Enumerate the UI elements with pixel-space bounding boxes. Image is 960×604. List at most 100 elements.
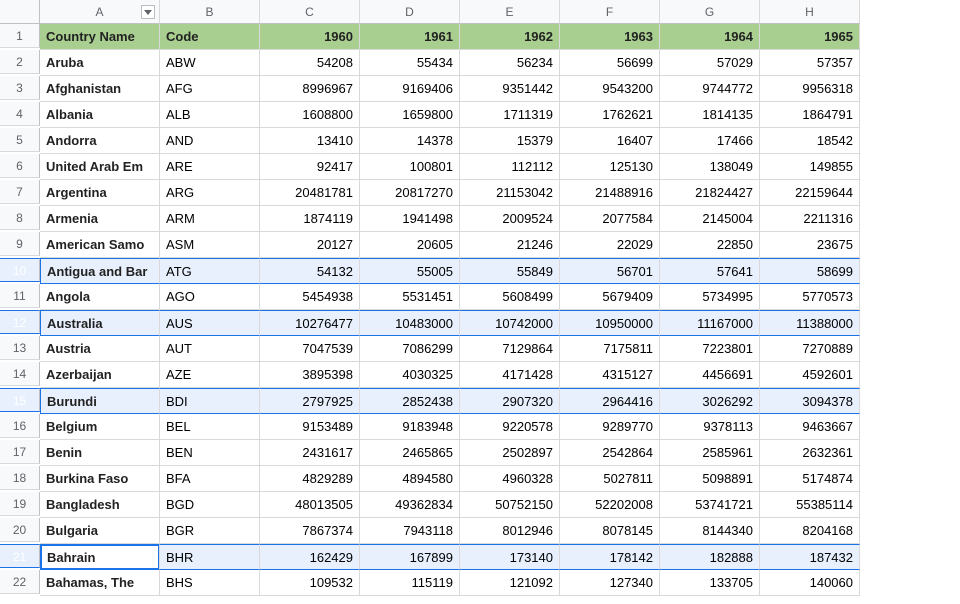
row-header-12[interactable]: 12 [0,310,40,334]
cell-value[interactable]: 56701 [560,258,660,284]
cell-value[interactable]: 9378113 [660,414,760,440]
cell-country-name[interactable]: Burkina Faso [40,466,160,492]
cell-value[interactable]: 4030325 [360,362,460,388]
cell-value[interactable]: 15379 [460,128,560,154]
row-header-9[interactable]: 9 [0,232,40,256]
row-header-21[interactable]: 21 [0,544,40,568]
cell-value[interactable]: 7086299 [360,336,460,362]
cell-value[interactable]: 57641 [660,258,760,284]
cell-value[interactable]: 9169406 [360,76,460,102]
cell-value[interactable]: 10483000 [360,310,460,336]
cell-value[interactable]: 109532 [260,570,360,596]
cell-country-name[interactable]: United Arab Em [40,154,160,180]
cell-value[interactable]: 4171428 [460,362,560,388]
row-header-5[interactable]: 5 [0,128,40,152]
cell-country-name[interactable]: Austria [40,336,160,362]
cell-country-code[interactable]: BDI [160,388,260,414]
cell-value[interactable]: 20605 [360,232,460,258]
cell-value[interactable]: 138049 [660,154,760,180]
cell-value[interactable]: 5770573 [760,284,860,310]
column-filter-dropdown-icon[interactable] [141,5,155,19]
cell-value[interactable]: 49362834 [360,492,460,518]
cell-value[interactable]: 7129864 [460,336,560,362]
cell-country-code[interactable]: AFG [160,76,260,102]
cell-value[interactable]: 10276477 [260,310,360,336]
column-header-H[interactable]: H [760,0,860,24]
cell-value[interactable]: 7175811 [560,336,660,362]
row-header-11[interactable]: 11 [0,284,40,308]
cell-value[interactable]: 2585961 [660,440,760,466]
cell-value[interactable]: 56234 [460,50,560,76]
cell-value[interactable]: 1941498 [360,206,460,232]
cell-country-code[interactable]: ARE [160,154,260,180]
cell-value[interactable]: 1762621 [560,102,660,128]
cell-value[interactable]: 9744772 [660,76,760,102]
cell-value[interactable]: 2431617 [260,440,360,466]
cell-value[interactable]: 8996967 [260,76,360,102]
column-header-D[interactable]: D [360,0,460,24]
cell-value[interactable]: 17466 [660,128,760,154]
column-header-B[interactable]: B [160,0,260,24]
spreadsheet-grid[interactable]: ABCDEFGH1Country NameCode196019611962196… [0,0,960,596]
cell-country-code[interactable]: BGD [160,492,260,518]
cell-value[interactable]: 55849 [460,258,560,284]
cell-value[interactable]: 92417 [260,154,360,180]
cell-country-name[interactable]: Australia [40,310,160,336]
select-all-corner[interactable] [0,0,40,24]
cell-value[interactable]: 56699 [560,50,660,76]
cell-value[interactable]: 4829289 [260,466,360,492]
row-header-8[interactable]: 8 [0,206,40,230]
cell-value[interactable]: 162429 [260,544,360,570]
cell-country-code[interactable]: BFA [160,466,260,492]
cell-country-code[interactable]: BEN [160,440,260,466]
cell-country-code[interactable]: BEL [160,414,260,440]
cell-value[interactable]: 21824427 [660,180,760,206]
cell-value[interactable]: 18542 [760,128,860,154]
cell-value[interactable]: 54208 [260,50,360,76]
cell-country-code[interactable]: AND [160,128,260,154]
cell-value[interactable]: 1874119 [260,206,360,232]
cell-value[interactable]: 4960328 [460,466,560,492]
cell-value[interactable]: 7943118 [360,518,460,544]
cell-value[interactable]: 9956318 [760,76,860,102]
cell-value[interactable]: 2964416 [560,388,660,414]
cell-country-name[interactable]: Burundi [40,388,160,414]
cell-value[interactable]: 2465865 [360,440,460,466]
cell-value[interactable]: 9289770 [560,414,660,440]
cell-value[interactable]: 20817270 [360,180,460,206]
cell-value[interactable]: 178142 [560,544,660,570]
cell-value[interactable]: 57357 [760,50,860,76]
cell-value[interactable]: 115119 [360,570,460,596]
cell-value[interactable]: 173140 [460,544,560,570]
cell-value[interactable]: 2502897 [460,440,560,466]
cell-value[interactable]: 125130 [560,154,660,180]
cell-value[interactable]: 9351442 [460,76,560,102]
cell-value[interactable]: 5679409 [560,284,660,310]
cell-value[interactable]: 9183948 [360,414,460,440]
row-header-16[interactable]: 16 [0,414,40,438]
cell-value[interactable]: 2542864 [560,440,660,466]
cell-value[interactable]: 10950000 [560,310,660,336]
cell-value[interactable]: 5174874 [760,466,860,492]
row-header-13[interactable]: 13 [0,336,40,360]
cell-value[interactable]: 21488916 [560,180,660,206]
cell-value[interactable]: 127340 [560,570,660,596]
cell-value[interactable]: 4315127 [560,362,660,388]
row-header-6[interactable]: 6 [0,154,40,178]
cell-value[interactable]: 5098891 [660,466,760,492]
cell-value[interactable]: 4592601 [760,362,860,388]
cell-country-name[interactable]: Benin [40,440,160,466]
cell-country-code[interactable]: AUS [160,310,260,336]
cell-value[interactable]: 21153042 [460,180,560,206]
column-header-E[interactable]: E [460,0,560,24]
cell-value[interactable]: 55385114 [760,492,860,518]
cell-value[interactable]: 149855 [760,154,860,180]
cell-value[interactable]: 9463667 [760,414,860,440]
cell-value[interactable]: 53741721 [660,492,760,518]
column-header-G[interactable]: G [660,0,760,24]
cell-value[interactable]: 167899 [360,544,460,570]
cell-country-name[interactable]: Bangladesh [40,492,160,518]
cell-value[interactable]: 54132 [260,258,360,284]
cell-country-name[interactable]: Bahrain [40,544,160,570]
cell-value[interactable]: 4894580 [360,466,460,492]
